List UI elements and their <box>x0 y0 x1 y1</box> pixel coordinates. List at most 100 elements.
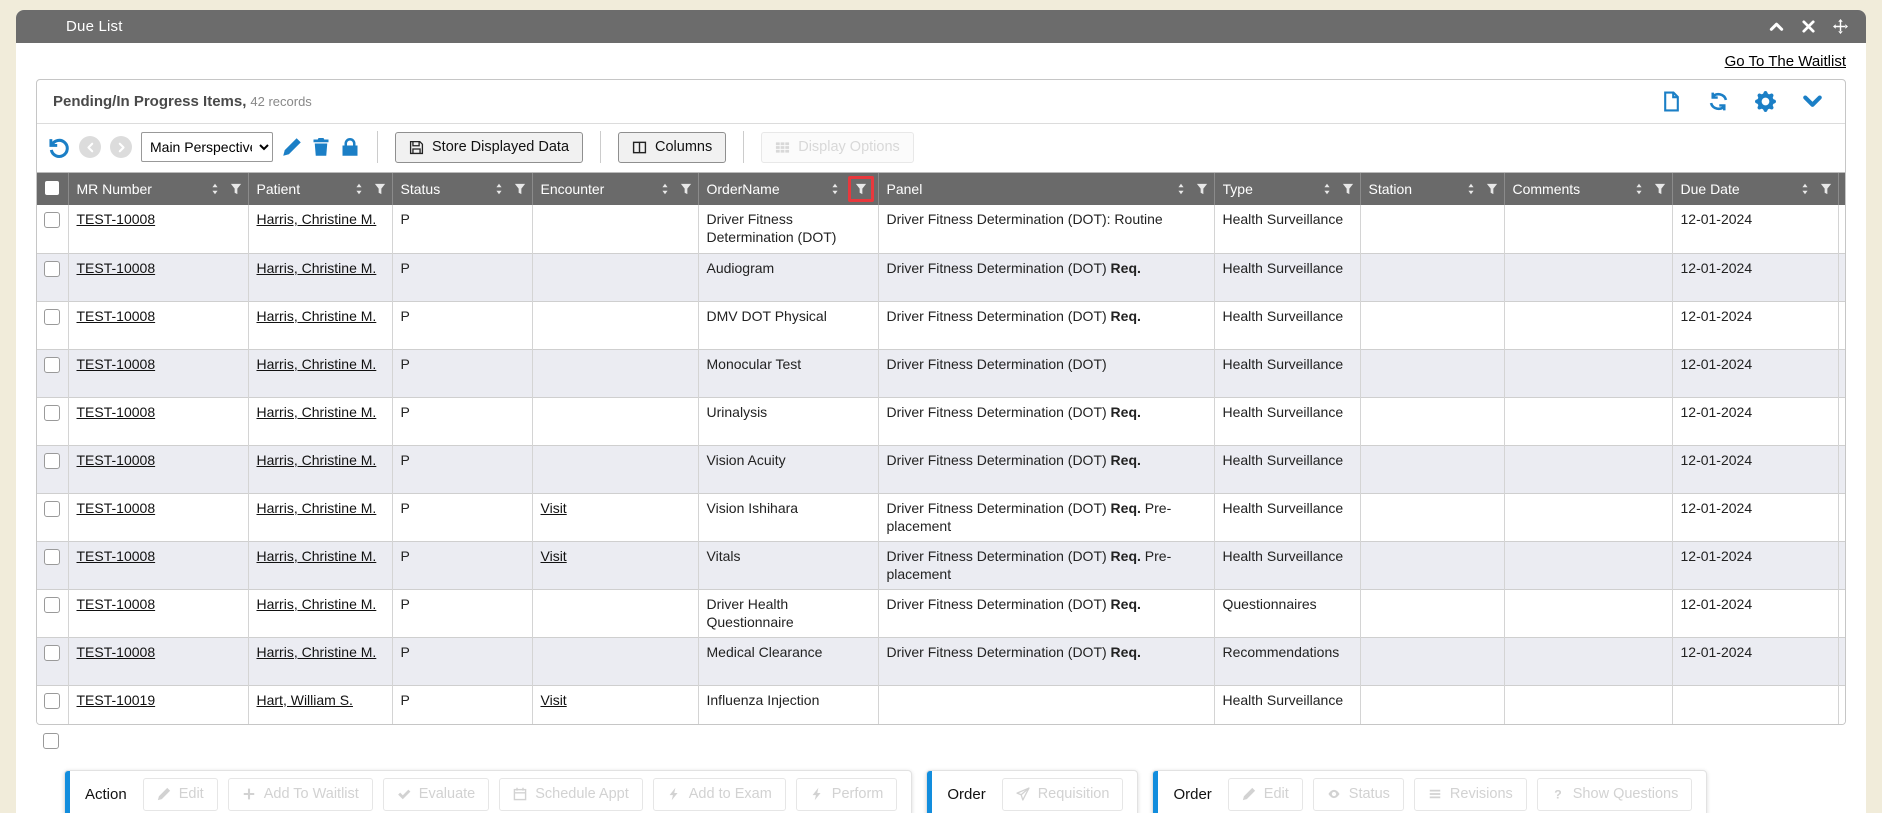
row-checkbox[interactable] <box>44 212 60 228</box>
sort-icon[interactable] <box>493 183 505 195</box>
patient-link[interactable]: Harris, Christine M. <box>257 211 377 227</box>
sort-icon[interactable] <box>659 183 671 195</box>
filter-icon[interactable] <box>1196 183 1208 195</box>
sort-icon[interactable] <box>1799 183 1811 195</box>
columns-button[interactable]: Columns <box>618 132 726 163</box>
filter-icon[interactable] <box>680 183 692 195</box>
cell-mr: TEST-10008 <box>68 205 248 253</box>
filter-icon[interactable] <box>1342 183 1354 195</box>
next-perspective-button[interactable] <box>110 136 132 158</box>
patient-link[interactable]: Harris, Christine M. <box>257 596 377 612</box>
cell-comments <box>1504 493 1672 541</box>
patient-link[interactable]: Harris, Christine M. <box>257 644 377 660</box>
refresh-icon[interactable] <box>1708 91 1729 112</box>
row-checkbox[interactable] <box>44 357 60 373</box>
cell-status: P <box>392 205 532 253</box>
column-header-panel[interactable]: Panel <box>878 173 1214 205</box>
new-document-icon[interactable] <box>1661 91 1682 112</box>
patient-link[interactable]: Harris, Christine M. <box>257 548 377 564</box>
highlighted-filter-box[interactable] <box>848 176 874 202</box>
patient-link[interactable]: Harris, Christine M. <box>257 356 377 372</box>
patient-link[interactable]: Harris, Christine M. <box>257 308 377 324</box>
row-checkbox[interactable] <box>44 261 60 277</box>
sort-icon[interactable] <box>1321 183 1333 195</box>
column-header-comments[interactable]: Comments <box>1504 173 1672 205</box>
mr-number-link[interactable]: TEST-10008 <box>77 260 156 276</box>
footer-checkbox[interactable] <box>43 733 59 749</box>
encounter-link[interactable]: Visit <box>541 548 567 564</box>
sort-icon[interactable] <box>1175 183 1187 195</box>
prev-perspective-button[interactable] <box>79 136 101 158</box>
mr-number-link[interactable]: TEST-10019 <box>77 692 156 708</box>
sort-icon[interactable] <box>1633 183 1645 195</box>
edit-pencil-icon[interactable] <box>282 137 302 157</box>
column-header-ordername[interactable]: OrderName <box>698 173 878 205</box>
mr-number-link[interactable]: TEST-10008 <box>77 596 156 612</box>
mr-number-link[interactable]: TEST-10008 <box>77 356 156 372</box>
mr-number-link[interactable]: TEST-10008 <box>77 308 156 324</box>
patient-link[interactable]: Harris, Christine M. <box>257 452 377 468</box>
mr-number-link[interactable]: TEST-10008 <box>77 211 156 227</box>
cell-status: P <box>392 253 532 301</box>
column-header-station[interactable]: Station <box>1360 173 1504 205</box>
perform-button: Perform <box>796 778 898 811</box>
column-header-mr-number[interactable]: MR Number <box>68 173 248 205</box>
patient-link[interactable]: Harris, Christine M. <box>257 500 377 516</box>
row-checkbox[interactable] <box>44 309 60 325</box>
filter-icon[interactable] <box>1654 183 1666 195</box>
trash-icon[interactable] <box>311 137 331 157</box>
sort-icon[interactable] <box>829 183 841 195</box>
row-checkbox[interactable] <box>44 501 60 517</box>
edit-button: Edit <box>1228 778 1303 811</box>
column-header-encounter[interactable]: Encounter <box>532 173 698 205</box>
mr-number-link[interactable]: TEST-10008 <box>77 500 156 516</box>
row-checkbox[interactable] <box>44 597 60 613</box>
toolbar-separator <box>377 131 378 163</box>
gear-icon[interactable] <box>1755 91 1776 112</box>
go-to-waitlist-link[interactable]: Go To The Waitlist <box>1725 53 1846 70</box>
bar-accent <box>1153 771 1158 813</box>
row-checkbox[interactable] <box>44 693 60 709</box>
column-header-type[interactable]: Type <box>1214 173 1360 205</box>
row-checkbox[interactable] <box>44 645 60 661</box>
cell-req: Yes <box>1838 301 1845 349</box>
mr-number-link[interactable]: TEST-10008 <box>77 404 156 420</box>
filter-icon[interactable] <box>1486 183 1498 195</box>
mr-number-link[interactable]: TEST-10008 <box>77 452 156 468</box>
filter-icon[interactable] <box>374 183 386 195</box>
display-options-button: Display Options <box>761 132 914 163</box>
select-all-checkbox[interactable] <box>45 181 59 195</box>
row-checkbox[interactable] <box>44 405 60 421</box>
mr-number-link[interactable]: TEST-10008 <box>77 644 156 660</box>
patient-link[interactable]: Harris, Christine M. <box>257 260 377 276</box>
chevron-down-icon[interactable] <box>1802 91 1823 112</box>
encounter-link[interactable]: Visit <box>541 500 567 516</box>
cell-encounter <box>532 397 698 445</box>
chevron-up-icon[interactable] <box>1769 19 1784 34</box>
column-header-status[interactable]: Status <box>392 173 532 205</box>
filter-icon[interactable] <box>855 183 867 195</box>
column-header-required[interactable]: Required <box>1838 173 1845 205</box>
sort-icon[interactable] <box>1465 183 1477 195</box>
sort-icon[interactable] <box>209 183 221 195</box>
filter-icon[interactable] <box>514 183 526 195</box>
column-header-due-date[interactable]: Due Date <box>1672 173 1838 205</box>
lock-icon[interactable] <box>340 137 360 157</box>
store-displayed-data-button[interactable]: Store Displayed Data <box>395 132 583 163</box>
patient-link[interactable]: Hart, William S. <box>257 692 353 708</box>
filter-icon[interactable] <box>230 183 242 195</box>
status-label: Status <box>1349 786 1390 802</box>
edit-button: Edit <box>143 778 218 811</box>
mr-number-link[interactable]: TEST-10008 <box>77 548 156 564</box>
encounter-link[interactable]: Visit <box>541 692 567 708</box>
row-checkbox[interactable] <box>44 453 60 469</box>
row-checkbox[interactable] <box>44 549 60 565</box>
sort-icon[interactable] <box>353 183 365 195</box>
column-header-patient[interactable]: Patient <box>248 173 392 205</box>
perspective-select[interactable]: Main Perspective <box>141 132 273 162</box>
undo-icon[interactable] <box>47 136 70 159</box>
patient-link[interactable]: Harris, Christine M. <box>257 404 377 420</box>
filter-icon[interactable] <box>1820 183 1832 195</box>
move-icon[interactable] <box>1833 19 1848 34</box>
close-icon[interactable] <box>1801 19 1816 34</box>
